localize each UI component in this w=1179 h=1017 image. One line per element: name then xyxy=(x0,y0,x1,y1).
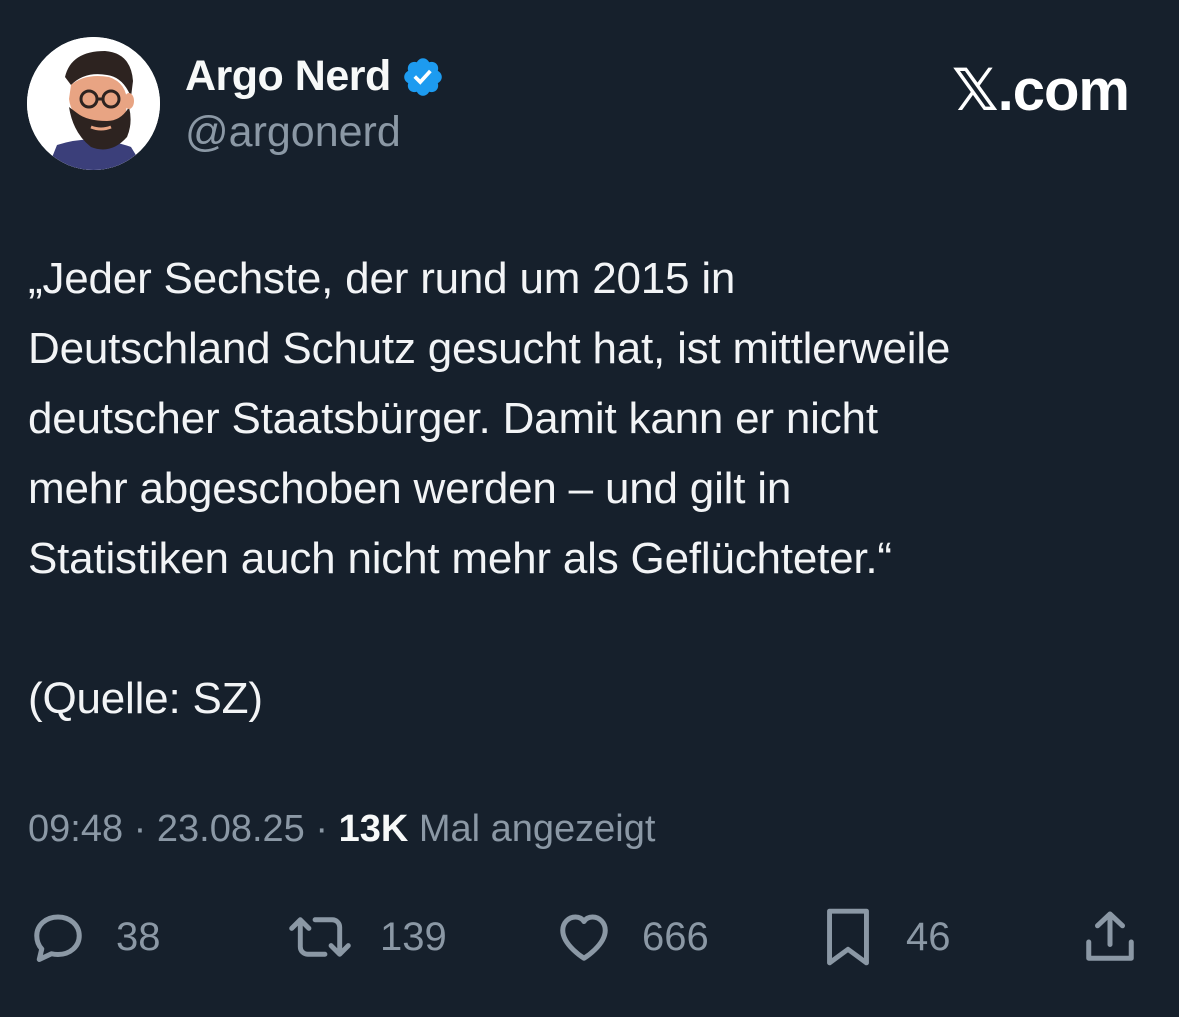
verified-badge-icon xyxy=(403,57,442,96)
bookmark-count: 46 xyxy=(906,914,951,959)
tweet-card: Argo Nerd @argonerd 𝕏.com „Jeder Sechste… xyxy=(0,0,1179,1017)
brand-logo: 𝕏.com xyxy=(951,58,1130,123)
bookmark-icon xyxy=(827,908,869,966)
tweet-text: „Jeder Sechste, der rund um 2015 in Deut… xyxy=(28,254,951,723)
repost-icon xyxy=(289,917,351,957)
author-handle[interactable]: @argonerd xyxy=(185,108,401,157)
meta-separator: · xyxy=(304,808,339,850)
meta-separator: · xyxy=(123,808,157,850)
action-bar: 38 139 666 46 xyxy=(0,900,1179,980)
share-icon xyxy=(1086,911,1134,961)
author-avatar[interactable] xyxy=(27,37,160,170)
reply-icon xyxy=(34,914,82,962)
like-button[interactable]: 666 xyxy=(554,900,709,974)
heart-icon xyxy=(560,914,608,961)
author-name-row[interactable]: Argo Nerd xyxy=(185,52,445,101)
tweet-time[interactable]: 09:48 xyxy=(28,808,123,850)
like-count: 666 xyxy=(642,914,709,959)
reply-count: 38 xyxy=(116,914,161,959)
reply-button[interactable]: 38 xyxy=(28,900,161,974)
tweet-meta: 09:48 · 23.08.25 · 13K Mal angezeigt xyxy=(28,808,655,851)
tweet-date[interactable]: 23.08.25 xyxy=(157,808,305,850)
views-count: 13K xyxy=(338,808,409,850)
bearded-man-avatar-icon xyxy=(27,37,160,170)
author-display-name[interactable]: Argo Nerd xyxy=(185,52,391,101)
repost-count: 139 xyxy=(380,914,447,959)
repost-button[interactable]: 139 xyxy=(288,900,447,974)
bookmark-button[interactable]: 46 xyxy=(818,900,951,974)
views-label: Mal angezeigt xyxy=(408,808,656,850)
share-button[interactable] xyxy=(1080,900,1140,974)
